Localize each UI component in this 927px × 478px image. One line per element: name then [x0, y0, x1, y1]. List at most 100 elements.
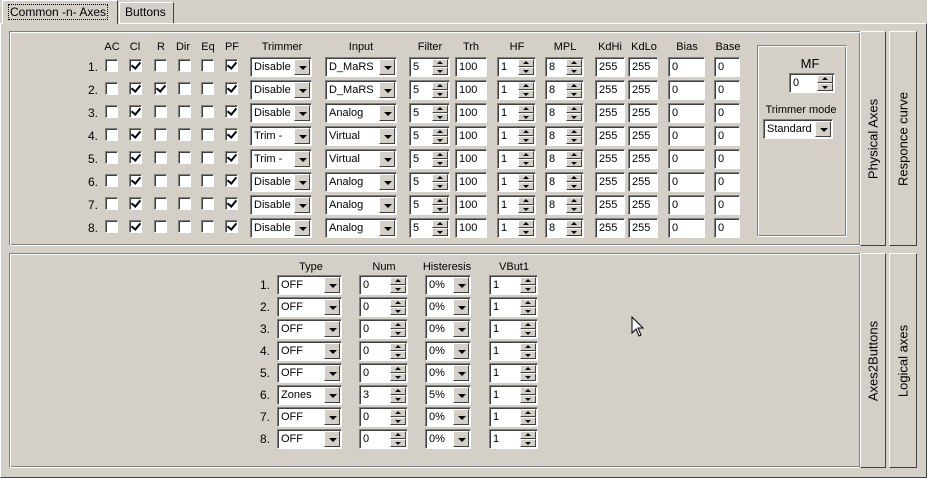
- down-arrow-icon[interactable]: [566, 90, 582, 98]
- trh-field[interactable]: 100: [455, 195, 487, 215]
- up-arrow-icon[interactable]: [566, 128, 582, 136]
- down-arrow-icon[interactable]: [518, 205, 534, 213]
- vbut1-stepper[interactable]: 1: [489, 429, 538, 449]
- down-arrow-icon[interactable]: [432, 159, 448, 167]
- chevron-down-icon[interactable]: [453, 343, 469, 359]
- down-arrow-icon[interactable]: [432, 67, 448, 75]
- kdhi-field[interactable]: 255: [595, 218, 625, 238]
- down-arrow-icon[interactable]: [390, 373, 406, 381]
- checkbox-dir[interactable]: [178, 174, 191, 187]
- chevron-down-icon[interactable]: [324, 277, 340, 293]
- trh-field[interactable]: 100: [455, 103, 487, 123]
- checkbox-cl[interactable]: [129, 174, 142, 187]
- up-arrow-icon[interactable]: [432, 82, 448, 90]
- filter-stepper[interactable]: 5: [409, 218, 450, 238]
- checkbox-r[interactable]: [154, 128, 167, 141]
- down-arrow-icon[interactable]: [520, 329, 536, 337]
- chevron-down-icon[interactable]: [324, 431, 340, 447]
- up-arrow-icon[interactable]: [390, 343, 406, 351]
- chevron-down-icon[interactable]: [815, 121, 831, 137]
- mf-up-arrow-icon[interactable]: [817, 75, 833, 83]
- up-arrow-icon[interactable]: [566, 105, 582, 113]
- down-arrow-icon[interactable]: [520, 373, 536, 381]
- trimmer-select[interactable]: Disable: [250, 195, 312, 215]
- up-arrow-icon[interactable]: [520, 343, 536, 351]
- down-arrow-icon[interactable]: [432, 113, 448, 121]
- kdlo-field[interactable]: 255: [628, 149, 658, 169]
- down-arrow-icon[interactable]: [390, 417, 406, 425]
- up-arrow-icon[interactable]: [518, 82, 534, 90]
- checkbox-eq[interactable]: [201, 197, 214, 210]
- checkbox-ac[interactable]: [105, 59, 118, 72]
- trh-field[interactable]: 100: [455, 80, 487, 100]
- down-arrow-icon[interactable]: [520, 439, 536, 447]
- bias-field[interactable]: 0: [668, 218, 705, 238]
- num-stepper[interactable]: 0: [359, 407, 408, 427]
- checkbox-r[interactable]: [154, 174, 167, 187]
- vbut1-stepper[interactable]: 1: [489, 297, 538, 317]
- bias-field[interactable]: 0: [668, 172, 705, 192]
- vbut1-stepper[interactable]: 1: [489, 363, 538, 383]
- filter-stepper[interactable]: 5: [409, 149, 450, 169]
- checkbox-ac[interactable]: [105, 128, 118, 141]
- down-arrow-icon[interactable]: [566, 113, 582, 121]
- base-field[interactable]: 0: [714, 149, 740, 169]
- chevron-down-icon[interactable]: [453, 409, 469, 425]
- trimmer-select[interactable]: Disable: [250, 57, 312, 77]
- chevron-down-icon[interactable]: [453, 299, 469, 315]
- chevron-down-icon[interactable]: [379, 174, 395, 190]
- up-arrow-icon[interactable]: [566, 59, 582, 67]
- mpl-stepper[interactable]: 8: [545, 80, 584, 100]
- base-field[interactable]: 0: [714, 57, 740, 77]
- down-arrow-icon[interactable]: [390, 285, 406, 293]
- hf-stepper[interactable]: 1: [497, 172, 536, 192]
- up-arrow-icon[interactable]: [566, 220, 582, 228]
- up-arrow-icon[interactable]: [518, 174, 534, 182]
- down-arrow-icon[interactable]: [390, 351, 406, 359]
- checkbox-r[interactable]: [154, 151, 167, 164]
- down-arrow-icon[interactable]: [432, 136, 448, 144]
- up-arrow-icon[interactable]: [432, 174, 448, 182]
- num-stepper[interactable]: 0: [359, 297, 408, 317]
- checkbox-pf[interactable]: [225, 197, 238, 210]
- input-select[interactable]: Analog: [325, 218, 397, 238]
- checkbox-cl[interactable]: [129, 151, 142, 164]
- up-arrow-icon[interactable]: [566, 151, 582, 159]
- kdhi-field[interactable]: 255: [595, 149, 625, 169]
- checkbox-pf[interactable]: [225, 128, 238, 141]
- kdhi-field[interactable]: 255: [595, 80, 625, 100]
- trimmer-select[interactable]: Disable: [250, 80, 312, 100]
- num-stepper[interactable]: 0: [359, 319, 408, 339]
- kdlo-field[interactable]: 255: [628, 80, 658, 100]
- kdlo-field[interactable]: 255: [628, 218, 658, 238]
- up-arrow-icon[interactable]: [432, 220, 448, 228]
- filter-stepper[interactable]: 5: [409, 80, 450, 100]
- chevron-down-icon[interactable]: [379, 59, 395, 75]
- checkbox-pf[interactable]: [225, 105, 238, 118]
- chevron-down-icon[interactable]: [453, 321, 469, 337]
- chevron-down-icon[interactable]: [324, 409, 340, 425]
- checkbox-ac[interactable]: [105, 105, 118, 118]
- bias-field[interactable]: 0: [668, 57, 705, 77]
- trimmer-select[interactable]: Disable: [250, 172, 312, 192]
- trh-field[interactable]: 100: [455, 149, 487, 169]
- filter-stepper[interactable]: 5: [409, 172, 450, 192]
- filter-stepper[interactable]: 5: [409, 195, 450, 215]
- checkbox-ac[interactable]: [105, 151, 118, 164]
- up-arrow-icon[interactable]: [518, 151, 534, 159]
- up-arrow-icon[interactable]: [566, 82, 582, 90]
- down-arrow-icon[interactable]: [520, 351, 536, 359]
- input-select[interactable]: Analog: [325, 103, 397, 123]
- hf-stepper[interactable]: 1: [497, 103, 536, 123]
- down-arrow-icon[interactable]: [432, 182, 448, 190]
- chevron-down-icon[interactable]: [294, 197, 310, 213]
- hf-stepper[interactable]: 1: [497, 126, 536, 146]
- checkbox-ac[interactable]: [105, 82, 118, 95]
- mpl-stepper[interactable]: 8: [545, 103, 584, 123]
- up-arrow-icon[interactable]: [432, 197, 448, 205]
- down-arrow-icon[interactable]: [432, 90, 448, 98]
- chevron-down-icon[interactable]: [379, 151, 395, 167]
- bias-field[interactable]: 0: [668, 126, 705, 146]
- num-stepper[interactable]: 0: [359, 363, 408, 383]
- down-arrow-icon[interactable]: [520, 417, 536, 425]
